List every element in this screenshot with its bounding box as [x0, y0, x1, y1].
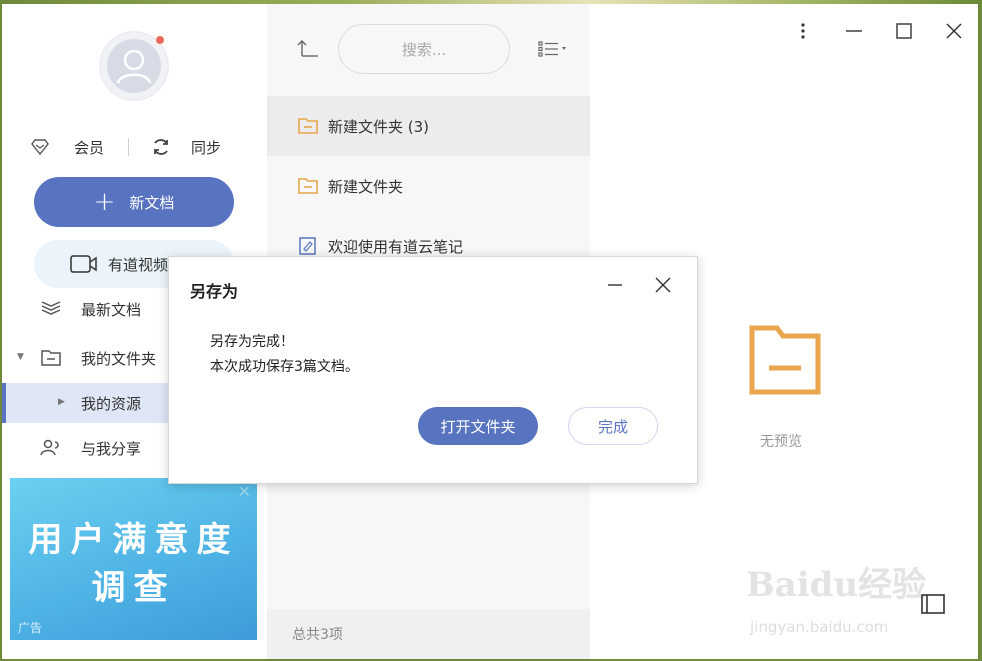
folder-icon [749, 324, 821, 400]
new-document-button[interactable]: + 新文档 [34, 177, 234, 227]
ad-banner[interactable]: ✕ 用户满意度 调查 广告 [10, 478, 257, 640]
separator [128, 138, 130, 156]
caret-down-icon[interactable]: ▼ [17, 352, 24, 362]
sidebar-item-label: 我的资源 [81, 394, 142, 413]
item-count: 总共3项 [267, 609, 590, 659]
sidebar-item-label: 最新文档 [81, 300, 142, 319]
ad-line-1: 用户满意度 [28, 520, 239, 560]
list-view-icon[interactable] [538, 41, 570, 61]
dialog-message: 另存为完成！ [210, 334, 294, 350]
back-up-icon[interactable] [297, 38, 319, 62]
folder-icon [40, 348, 62, 368]
folder-icon [298, 117, 318, 139]
sidebar-toggle-icon[interactable] [921, 594, 945, 618]
open-folder-button[interactable]: 打开文件夹 [418, 407, 538, 445]
minimize-icon[interactable] [605, 275, 625, 295]
folder-icon [298, 177, 318, 199]
search-placeholder: 搜索... [401, 40, 447, 59]
ad-headline: 用户满意度 调查 [10, 516, 257, 612]
maximize-icon[interactable] [891, 18, 917, 44]
list-item-label: 新建文件夹 (3) [328, 117, 430, 136]
list-item-label: 新建文件夹 [328, 177, 404, 196]
close-icon[interactable]: ✕ [238, 482, 251, 501]
list-item[interactable]: 新建文件夹 [267, 156, 590, 216]
search-input[interactable]: 搜索... [338, 24, 510, 74]
save-as-dialog: 另存为 另存为完成！ 本次成功保存3篇文档。 打开文件夹 完成 [168, 256, 698, 484]
minimize-icon[interactable] [841, 18, 867, 44]
caret-right-icon[interactable]: ▶ [58, 397, 65, 407]
close-icon[interactable] [941, 18, 967, 44]
item-count-label: 总共3项 [292, 627, 343, 643]
ad-tag: 广告 [18, 621, 43, 635]
video-camera-icon [70, 252, 98, 276]
avatar[interactable] [99, 31, 169, 101]
sync-icon[interactable] [151, 137, 171, 157]
watermark-url: jingyan.baidu.com [750, 618, 889, 636]
no-preview-label: 无预览 [760, 434, 802, 450]
app-window: 会员 同步 + 新文档 有道视频 最新文档 ▼ 我的文件夹 ▶ 我的资源 与我分… [2, 4, 978, 659]
close-icon[interactable] [653, 275, 673, 295]
youdao-video-label: 有道视频 [108, 255, 169, 274]
more-icon[interactable] [790, 18, 816, 44]
sidebar-item-label: 我的文件夹 [81, 349, 157, 368]
member-label[interactable]: 会员 [74, 137, 104, 158]
new-document-label: 新文档 [129, 193, 175, 212]
dialog-message-detail: 本次成功保存3篇文档。 [210, 359, 359, 375]
notification-dot [156, 36, 164, 44]
dialog-title: 另存为 [190, 282, 239, 301]
member-sync-row: 会员 同步 [30, 134, 240, 160]
done-button[interactable]: 完成 [568, 407, 658, 445]
user-icon [107, 39, 161, 93]
list-item[interactable]: 新建文件夹 (3) [267, 96, 590, 156]
sync-label[interactable]: 同步 [191, 137, 221, 158]
list-item-label: 欢迎使用有道云笔记 [328, 237, 464, 256]
shared-users-icon [40, 438, 62, 458]
sidebar-item-label: 与我分享 [81, 439, 142, 458]
layers-icon [40, 299, 62, 319]
ad-line-2: 调查 [91, 568, 176, 608]
diamond-icon[interactable] [30, 137, 50, 157]
plus-icon: + [93, 187, 116, 217]
watermark: Baidu经验 [746, 565, 927, 605]
